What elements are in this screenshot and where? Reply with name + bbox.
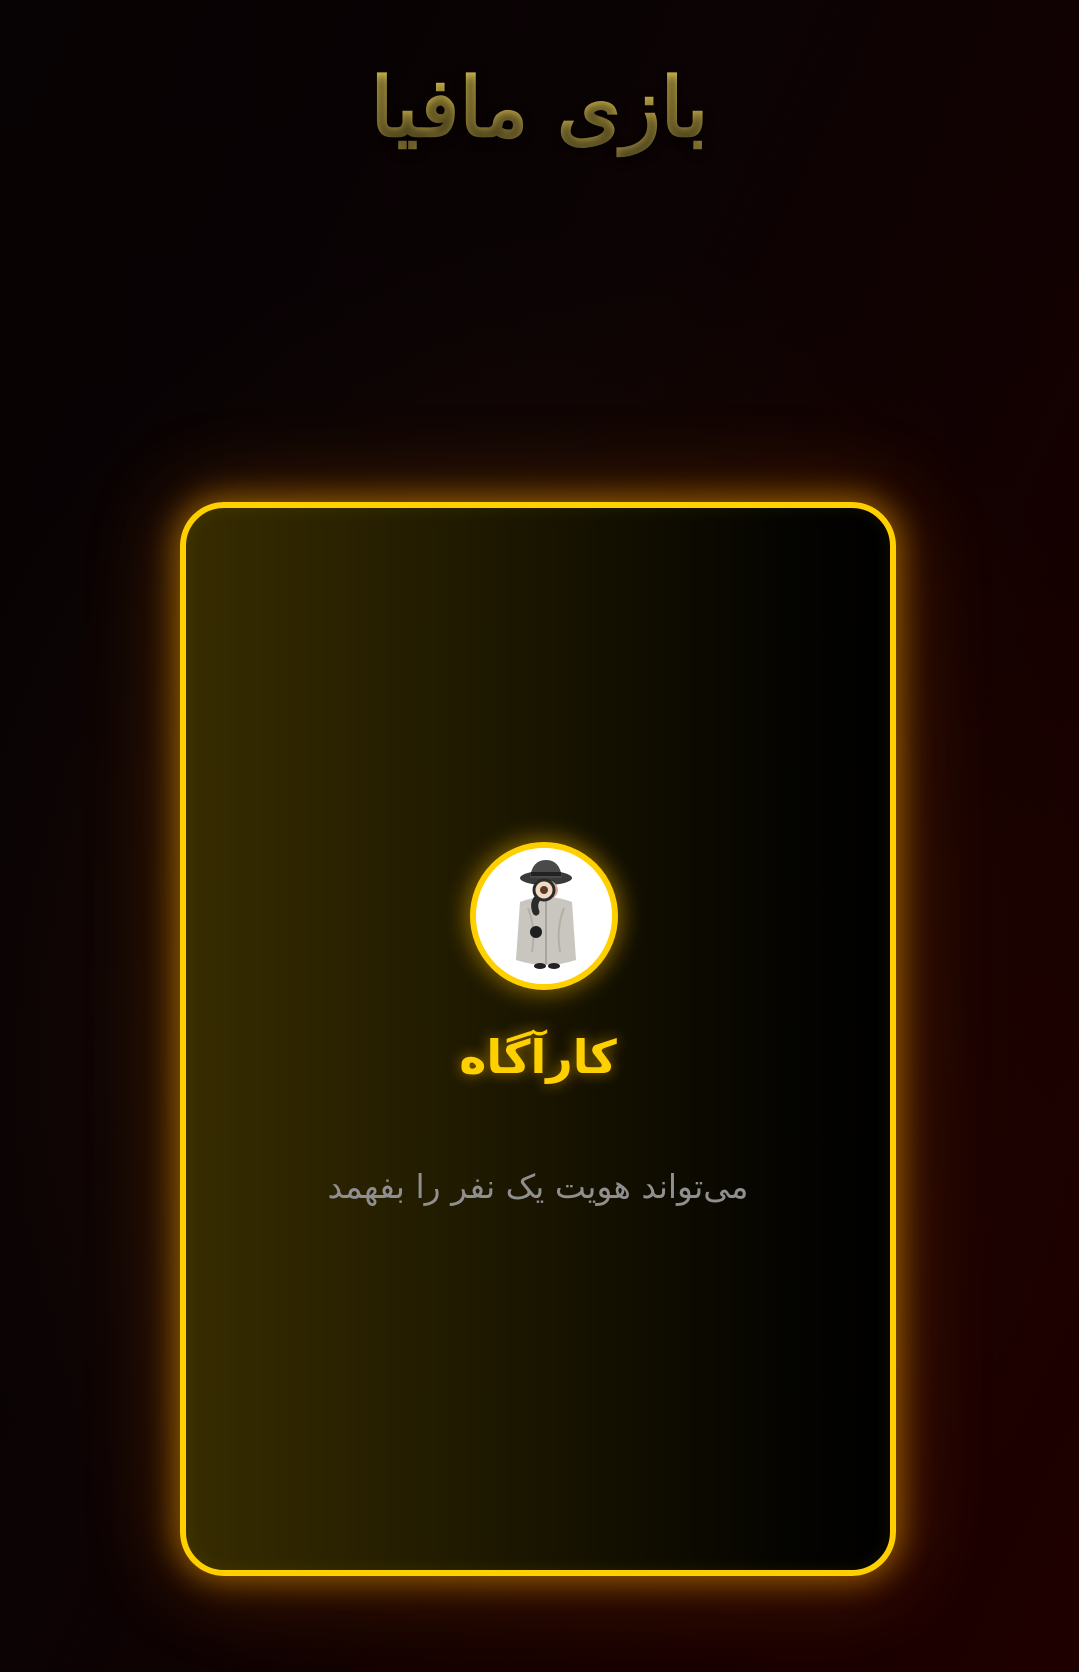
role-name: کارآگاه <box>459 1030 617 1084</box>
role-card[interactable]: کارآگاه می‌تواند هویت یک نفر را بفهمد <box>180 502 896 1576</box>
role-avatar <box>470 842 618 990</box>
detective-icon <box>476 848 612 984</box>
page-title: بازی مافیا <box>0 55 1079 162</box>
role-description: می‌تواند هویت یک نفر را بفهمد <box>327 1167 749 1206</box>
